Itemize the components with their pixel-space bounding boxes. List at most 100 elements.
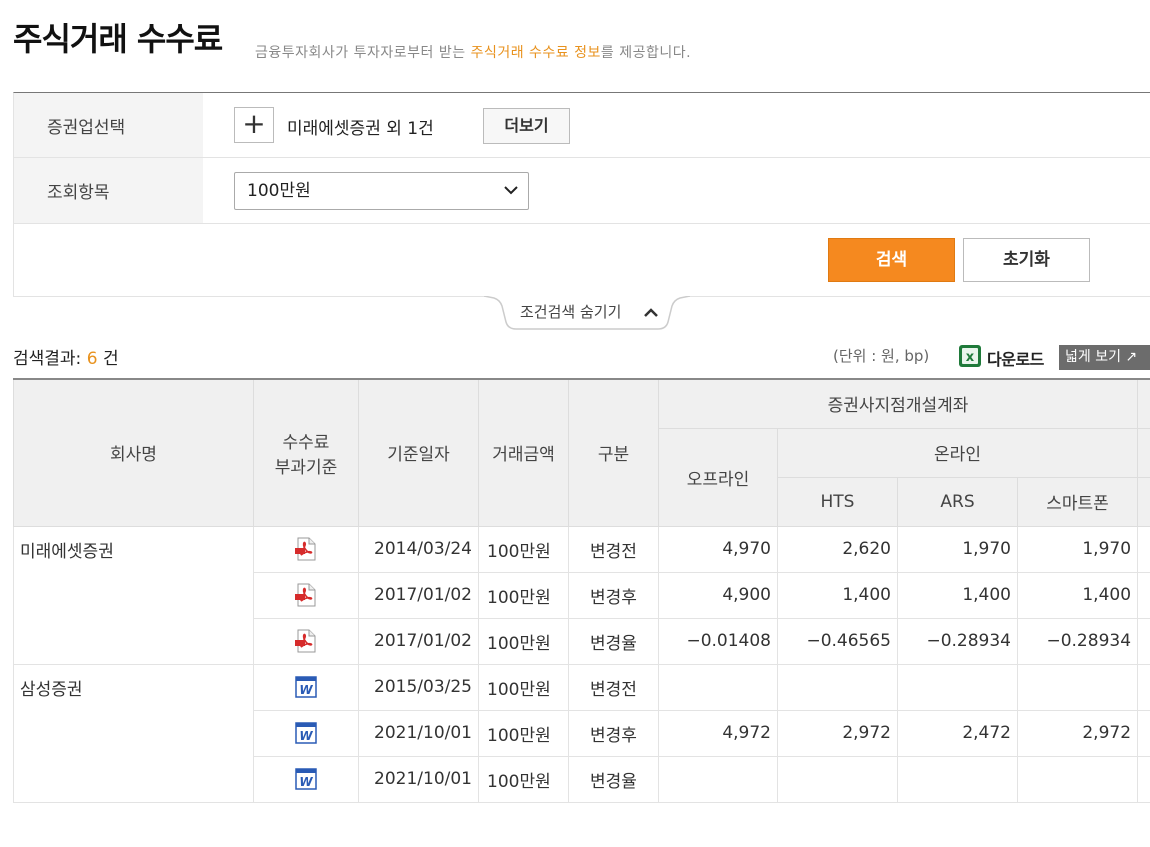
wide-view-button[interactable]: 넓게 보기 ↗: [1059, 345, 1150, 370]
overflow-cell: [1137, 709, 1150, 757]
category-cell: 변경율: [568, 755, 659, 803]
smartphone-cell: [1016, 755, 1139, 803]
hide-conditions-toggle[interactable]: 조건검색 숨기기: [484, 296, 690, 330]
add-firm-button[interactable]: +: [234, 107, 274, 143]
overflow-cell: [1137, 525, 1150, 573]
result-count-line: 검색결과: 6 건: [13, 344, 119, 369]
result-label: 검색결과:: [13, 349, 82, 369]
category-cell: 변경전: [568, 663, 659, 711]
company-name: 삼성증권: [13, 663, 254, 803]
download-link[interactable]: 다운로드: [987, 346, 1044, 370]
offline-cell: [658, 755, 778, 803]
table-row: 삼성증권 W 2015/03/25 100만원 변경전: [13, 663, 1150, 803]
date-cell: 2014/03/24: [358, 525, 479, 573]
header-date: 기준일자: [358, 378, 479, 527]
reset-button[interactable]: 초기화: [963, 238, 1090, 282]
header-company: 회사명: [13, 378, 254, 527]
ars-cell: [897, 755, 1018, 803]
hts-cell: [777, 755, 898, 803]
pdf-icon[interactable]: [294, 537, 318, 561]
header-overflow: [1137, 476, 1150, 527]
selected-firm-text: 미래에셋증권 외 1건: [287, 119, 434, 139]
hts-cell: −0.46565: [777, 617, 898, 665]
fee-basis-cell: W: [253, 755, 359, 803]
header-hts: HTS: [777, 476, 898, 527]
overflow-cell: [1137, 571, 1150, 619]
page-title: 주식거래 수수료: [13, 20, 223, 58]
offline-cell: 4,970: [658, 525, 778, 573]
table-row: 미래에셋증권 2014/03/24 100만원 변경전 4,970 2,620 1,970 1…: [13, 525, 1150, 665]
result-count-unit: 건: [102, 349, 119, 369]
pdf-icon[interactable]: [294, 629, 318, 653]
fee-basis-cell: [253, 571, 359, 619]
amount-cell: 100만원: [478, 755, 569, 803]
header-category: 구분: [568, 378, 659, 527]
offline-cell: −0.01408: [658, 617, 778, 665]
excel-icon[interactable]: x: [958, 344, 982, 368]
filter-row-firm: 증권업선택 + 미래에셋증권 외 1건 더보기: [14, 93, 1150, 158]
header-amount: 거래금액: [478, 378, 569, 527]
overflow-cell: [1137, 663, 1150, 711]
header-offline: 오프라인: [658, 427, 778, 527]
amount-cell: 100만원: [478, 571, 569, 619]
ars-cell: 2,472: [897, 709, 1018, 757]
fee-basis-cell: [253, 617, 359, 665]
word-icon[interactable]: W: [294, 767, 318, 791]
amount-cell: 100만원: [478, 525, 569, 573]
amount-cell: 100만원: [478, 709, 569, 757]
search-button[interactable]: 검색: [828, 238, 955, 282]
category-cell: 변경후: [568, 709, 659, 757]
date-cell: 2017/01/02: [358, 571, 479, 619]
overflow-cell: [1137, 755, 1150, 803]
toggle-label: 조건검색 숨기기: [520, 303, 622, 321]
header-branch-account: 증권사지점개설계좌: [657, 378, 1139, 429]
overflow-cell: [1137, 617, 1150, 665]
fee-basis-cell: [253, 525, 359, 573]
svg-text:W: W: [299, 729, 313, 743]
item-select[interactable]: 100만원: [234, 172, 529, 210]
smartphone-cell: 1,970: [1016, 525, 1139, 573]
amount-cell: 100만원: [478, 617, 569, 665]
page-subtitle: 금융투자회사가 투자자로부터 받는 주식거래 수수료 정보를 제공합니다.: [255, 42, 691, 62]
fee-table: 회사명 수수료 부과기준 기준일자 거래금액 구분 증권사지점개설계좌 오프라인 …: [13, 378, 1150, 803]
date-cell: 2017/01/02: [358, 617, 479, 665]
date-cell: 2021/10/01: [358, 709, 479, 757]
header-fee-basis: 수수료부과기준: [253, 378, 359, 527]
item-select-value: 100만원: [247, 181, 311, 201]
word-icon[interactable]: W: [294, 721, 318, 745]
date-cell: 2015/03/25: [358, 663, 479, 711]
category-cell: 변경전: [568, 525, 659, 573]
offline-cell: 4,900: [658, 571, 778, 619]
pdf-icon[interactable]: [294, 583, 318, 607]
hts-cell: [777, 663, 898, 711]
svg-text:W: W: [299, 683, 313, 697]
header-fee-basis-line2: 부과기준: [274, 457, 338, 478]
fee-basis-cell: W: [253, 663, 359, 711]
svg-text:x: x: [966, 350, 975, 365]
hts-cell: 1,400: [777, 571, 898, 619]
unit-text: (단위 : 원, bp): [833, 347, 930, 365]
more-button[interactable]: 더보기: [483, 108, 570, 144]
filter-row-item: 조회항목 100만원: [14, 158, 1150, 224]
hts-cell: 2,972: [777, 709, 898, 757]
firm-label: 증권업선택: [14, 93, 203, 157]
filter-panel: 증권업선택 + 미래에셋증권 외 1건 더보기 조회항목 100만원 검색 초기…: [13, 92, 1150, 297]
result-count: 6: [86, 349, 98, 369]
word-icon[interactable]: W: [294, 675, 318, 699]
header-fee-basis-line1: 수수료: [282, 432, 330, 453]
table-body: 미래에셋증권 2014/03/24 100만원 변경전 4,970 2,620 1,970 1…: [13, 525, 1150, 803]
header-overflow: [1137, 378, 1150, 429]
smartphone-cell: [1016, 663, 1139, 711]
header-ars: ARS: [897, 476, 1018, 527]
smartphone-cell: −0.28934: [1016, 617, 1139, 665]
offline-cell: [658, 663, 778, 711]
category-cell: 변경율: [568, 617, 659, 665]
header-smartphone: 스마트폰: [1016, 476, 1139, 527]
smartphone-cell: 1,400: [1016, 571, 1139, 619]
ars-cell: −0.28934: [897, 617, 1018, 665]
smartphone-cell: 2,972: [1016, 709, 1139, 757]
company-name: 미래에셋증권: [13, 525, 254, 665]
chevron-down-icon: [503, 173, 519, 223]
header-online: 온라인: [776, 427, 1139, 478]
item-label: 조회항목: [14, 158, 203, 223]
